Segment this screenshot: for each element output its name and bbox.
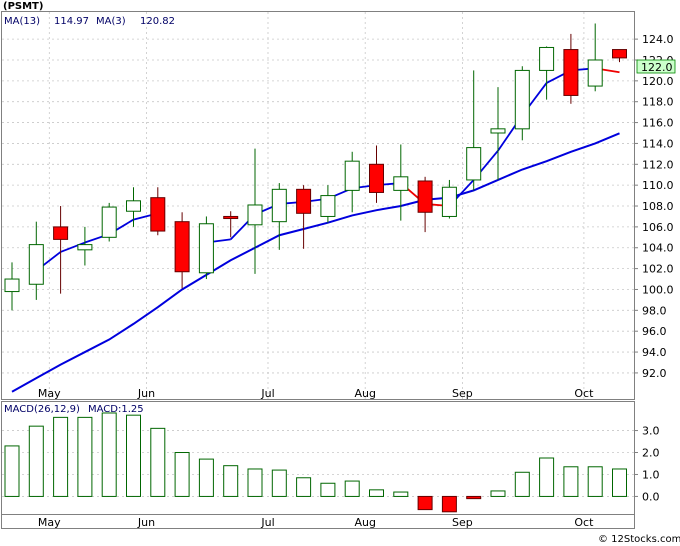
price-tick-label: 118.0 [642, 96, 674, 109]
month-label-top: May [38, 387, 61, 400]
candle-body [174, 221, 190, 273]
candle-body [296, 188, 312, 214]
macd-value-label: MACD:1.25 [88, 404, 144, 415]
price-tick-label: 112.0 [642, 158, 674, 171]
macd-tick-label: 1.0 [642, 468, 660, 481]
macd-bar [198, 458, 214, 497]
macd-bar [223, 465, 239, 497]
candle-body [77, 244, 93, 251]
candle-body [223, 215, 239, 220]
candle-body [417, 180, 433, 213]
price-tick-label: 102.0 [642, 263, 674, 276]
macd-axis-ticks: 0.0 1.0 2.0 3.0 [634, 425, 660, 503]
macd-bar [296, 477, 312, 497]
macd-bar [490, 490, 506, 497]
candle-body [53, 226, 69, 240]
price-tick-label: 94.0 [642, 346, 667, 359]
macd-bar [174, 452, 190, 497]
month-label-top: Oct [574, 387, 594, 400]
price-tick-label: 110.0 [642, 179, 674, 192]
last-price-label: 122.0 [641, 61, 673, 74]
candle-body [198, 223, 214, 274]
macd-bar [393, 491, 409, 497]
candle-body [490, 128, 506, 134]
macd-bar [441, 495, 457, 513]
candle-body [320, 195, 336, 217]
watermark: © 12Stocks.com [598, 534, 680, 545]
macd-tick-label: 3.0 [642, 425, 660, 438]
candle-body [150, 197, 166, 232]
candle-body [271, 188, 287, 223]
candle-body [466, 147, 482, 181]
month-label-bottom: Jul [260, 516, 274, 529]
macd-bar [563, 466, 579, 497]
macd-bar [271, 469, 287, 497]
ma13-legend-value: 114.97 [54, 16, 89, 27]
month-label-bottom: Aug [354, 516, 375, 529]
candle-body [247, 204, 263, 226]
macd-bar [247, 468, 263, 497]
macd-bar [320, 482, 336, 497]
candle-body [369, 163, 384, 193]
candle-body [539, 46, 555, 71]
candle-body [563, 49, 579, 96]
month-label-top: Jul [260, 387, 274, 400]
price-tick-label: 120.0 [642, 75, 674, 88]
price-tick-label: 114.0 [642, 137, 674, 150]
macd-bar [612, 468, 627, 497]
macd-bar [28, 425, 44, 497]
month-label-top: Sep [452, 387, 473, 400]
ma3-legend-label: MA(3) [96, 16, 126, 27]
macd-bar [587, 466, 603, 497]
chart-title: (PSMT) [3, 1, 43, 12]
month-label-bottom: May [38, 516, 61, 529]
candle-body [393, 176, 409, 191]
month-label-bottom: Jun [137, 516, 155, 529]
macd-bar [4, 445, 20, 497]
candle-body [101, 206, 117, 238]
macd-bar [417, 495, 433, 511]
macd-bar [344, 480, 360, 497]
macd-bar [514, 471, 530, 497]
macd-bar [466, 495, 482, 500]
candle-body [126, 200, 141, 212]
candle-body [28, 244, 44, 285]
price-tick-label: 116.0 [642, 117, 674, 130]
stock-chart: 92.0 94.0 96.0 98.0 100.0 102.0 104.0 106.0 108.… [1, 1, 680, 545]
price-tick-label: 124.0 [642, 33, 674, 46]
ma3-legend-value: 120.82 [140, 16, 175, 27]
candle-body [587, 59, 603, 87]
macd-bar [77, 416, 93, 497]
month-label-top: Aug [354, 387, 375, 400]
ma13-legend-label: MA(13) [4, 16, 40, 27]
price-tick-label: 96.0 [642, 325, 667, 338]
macd-tick-label: 0.0 [642, 490, 660, 503]
macd-tick-label: 2.0 [642, 447, 660, 460]
price-axis-ticks: 92.0 94.0 96.0 98.0 100.0 102.0 104.0 106.0 108.… [634, 33, 674, 380]
bottom-date-axis [1, 514, 635, 529]
macd-bar [53, 416, 69, 497]
price-tick-label: 108.0 [642, 200, 674, 213]
price-tick-label: 106.0 [642, 221, 674, 234]
macd-label: MACD(26,12,9) [4, 404, 80, 415]
macd-bar [539, 457, 555, 497]
month-label-bottom: Oct [574, 516, 594, 529]
macd-bar [369, 489, 384, 497]
price-tick-label: 98.0 [642, 304, 667, 317]
macd-bar [101, 412, 117, 497]
month-label-top: Jun [137, 387, 155, 400]
candle-body [612, 49, 627, 59]
macd-bar [126, 414, 141, 497]
price-tick-label: 104.0 [642, 242, 674, 255]
month-label-bottom: Sep [452, 516, 473, 529]
candle-body [441, 186, 457, 217]
macd-bar [150, 427, 166, 497]
price-tick-label: 100.0 [642, 283, 674, 296]
candle-body [344, 160, 360, 191]
candle-body [4, 278, 20, 293]
price-tick-label: 92.0 [642, 367, 667, 380]
candle-body [514, 69, 530, 130]
